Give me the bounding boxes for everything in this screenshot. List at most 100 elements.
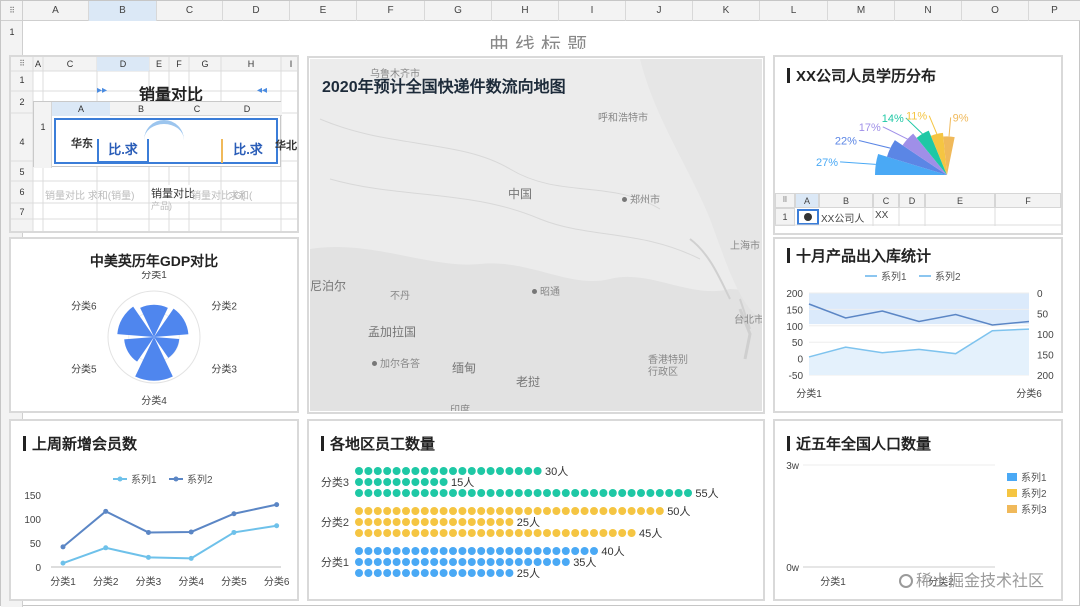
staff-dot xyxy=(411,529,420,537)
staff-dot xyxy=(411,558,420,566)
x-tick-label: 分类5 xyxy=(221,575,247,588)
staff-dot xyxy=(439,489,448,497)
y-tick-right: 200 xyxy=(1037,371,1054,382)
sheet-cell-region[interactable]: 华北 xyxy=(275,137,297,153)
staff-dot xyxy=(467,529,476,537)
row-header-1[interactable]: 1 xyxy=(1,27,23,37)
pie-slice-label: 9% xyxy=(953,112,969,124)
column-header-p[interactable]: P xyxy=(1029,1,1080,21)
column-header-d[interactable]: D xyxy=(223,1,290,21)
column-header-c[interactable]: C xyxy=(157,1,223,21)
legend-label: 系列1 xyxy=(881,270,907,283)
dashboard-title: 曲线标题 xyxy=(489,35,593,49)
x-tick-label: 分类1 xyxy=(796,387,822,400)
bar-value-label: 50人 xyxy=(667,505,690,518)
y-tick-right: 100 xyxy=(1037,330,1054,341)
staff-dot-chart[interactable]: 分类3 30人 15人 55人分类2 50人 25人 45人分类1 40人 35人 25人 xyxy=(309,459,763,599)
column-header-f[interactable]: F xyxy=(357,1,425,21)
map-label-nepal: 尼泊尔 xyxy=(310,279,347,293)
column-header-l[interactable]: L xyxy=(760,1,828,21)
express-flow-map[interactable]: 2020年预计全国快递件数流向地图 乌鲁木齐市 呼和浩特市 中国 郑州市 上海市… xyxy=(310,59,762,411)
column-header-j[interactable]: J xyxy=(626,1,693,21)
staff-dot xyxy=(599,529,608,537)
series-point xyxy=(60,544,66,550)
staff-dot xyxy=(543,529,551,537)
column-header-e[interactable]: E xyxy=(290,1,357,21)
staff-dot xyxy=(618,529,627,537)
staff-dot xyxy=(402,467,410,475)
staff-dot xyxy=(646,507,655,515)
y-tick-left: -50 xyxy=(789,371,804,382)
gdp-rose-chart[interactable]: 分类1 分类2 分类3 分类4 分类5 分类6 xyxy=(11,271,297,411)
y-tick-left: 200 xyxy=(786,289,803,300)
emb-row-6: 6 xyxy=(19,187,25,197)
column-header-a[interactable]: A xyxy=(23,1,89,21)
nested-sheet-rowhdr xyxy=(34,102,52,168)
staff-dot xyxy=(420,489,429,497)
staff-dot xyxy=(627,507,636,515)
staff-dot xyxy=(373,489,382,497)
staff-dot xyxy=(449,518,457,526)
staff-dot xyxy=(355,489,363,497)
column-header-m[interactable]: M xyxy=(828,1,895,21)
staff-dot xyxy=(496,529,504,537)
staff-dot xyxy=(392,507,401,515)
staff-dot xyxy=(467,558,476,566)
column-header-k[interactable]: K xyxy=(693,1,760,21)
y-tick-label: 150 xyxy=(24,491,41,502)
select-all-corner[interactable]: ⠿ xyxy=(1,1,23,21)
radar-category-label: 分类6 xyxy=(71,300,97,313)
map-label-bangladesh: 孟加拉国 xyxy=(368,325,417,339)
map-label-china: 中国 xyxy=(508,187,533,201)
embedded-sheet-sales[interactable]: ⠿ A C D E F G H I 1 2 4 5 6 7 销量对比 ▸▸ ◂◂… xyxy=(9,55,299,233)
staff-dot xyxy=(561,507,570,515)
map-label-hohhot: 呼和浩特市 xyxy=(598,113,648,124)
category-label: 分类2 xyxy=(321,515,349,529)
radar-category-label: 分类1 xyxy=(141,271,167,281)
pie-leader-line xyxy=(928,115,938,135)
y-tick-label: 0 xyxy=(35,563,41,574)
sheet-cell-compare-1[interactable]: 比.求 xyxy=(97,139,149,163)
staff-dot xyxy=(383,529,392,537)
staff-dot xyxy=(355,529,363,537)
legend-label: 系列2 xyxy=(1021,487,1047,500)
staff-dot xyxy=(655,489,664,497)
member-title: 上周新增会员数 xyxy=(23,433,137,454)
staff-dot xyxy=(561,529,570,537)
staff-dot xyxy=(496,558,504,566)
staff-dot xyxy=(486,467,495,475)
map-label-zhengzhou: 郑州市 xyxy=(622,191,660,206)
education-rose-chart[interactable]: 27% 22%17%14% 11% 9% xyxy=(775,77,1061,207)
map-label-kolkata: 加尔各答 xyxy=(372,355,420,370)
staff-dot xyxy=(402,569,410,577)
sheet-cell-compare-2[interactable]: 比.求 xyxy=(221,139,273,163)
column-header-h[interactable]: H xyxy=(492,1,559,21)
category-label: 分类3 xyxy=(321,475,349,489)
member-line-chart[interactable]: 系列1 系列2 150 100 50 0 分类1 分类2 分类3 分类4 分类5 分类6 xyxy=(11,459,297,599)
staff-dot xyxy=(439,507,448,515)
area-band xyxy=(809,293,1029,325)
column-header-g[interactable]: G xyxy=(425,1,492,21)
watermark: 稀土掘金技术社区 xyxy=(899,567,1044,591)
arrow-left-icon: ◂◂ xyxy=(257,85,268,96)
staff-dot xyxy=(355,478,363,486)
map-label-laos: 老挝 xyxy=(516,375,541,389)
emb-row-4: 4 xyxy=(19,137,25,147)
staff-dot xyxy=(402,507,410,515)
staff-dot xyxy=(505,569,514,577)
column-header-i[interactable]: I xyxy=(559,1,626,21)
column-header-o[interactable]: O xyxy=(962,1,1029,21)
staff-dot xyxy=(524,489,533,497)
staff-dot xyxy=(467,467,476,475)
emb-col-c: C xyxy=(66,59,74,69)
staff-dot xyxy=(618,489,627,497)
category-label: 分类1 xyxy=(321,555,349,569)
inout-area-chart[interactable]: 系列1 系列2 200 150 100 50 0 -50 0 50 100 150 200 分类1 分类6 xyxy=(775,267,1061,413)
column-header-b[interactable]: B xyxy=(89,1,157,21)
staff-dot xyxy=(420,529,429,537)
series-point xyxy=(188,529,194,535)
education-sheet[interactable]: ⠿ A B C D E F 1 XX公司人 XX xyxy=(775,193,1061,233)
emb-col-f: F xyxy=(176,59,182,69)
column-header-n[interactable]: N xyxy=(895,1,962,21)
staff-dot xyxy=(439,478,448,486)
